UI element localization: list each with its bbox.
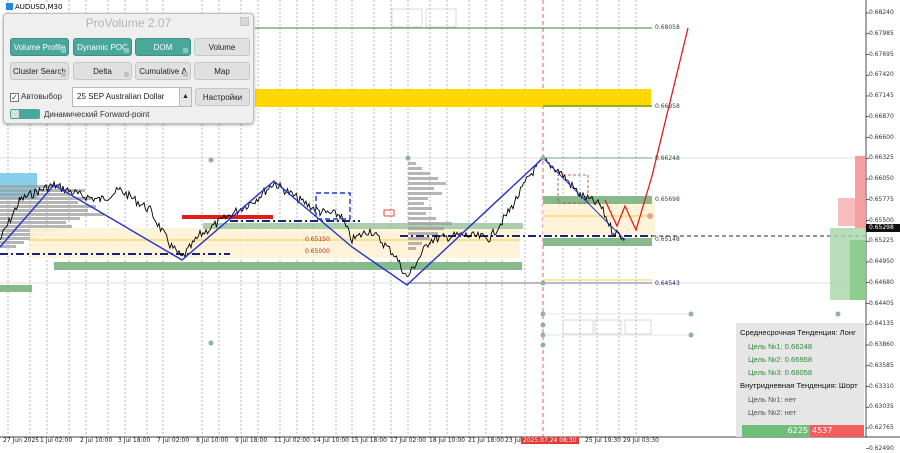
level-label: 0.66958 <box>655 103 680 110</box>
button-indicator-icon <box>61 72 66 77</box>
dynamic-poc-button[interactable]: Dynamic POC <box>73 38 132 56</box>
time-axis-label: 11 Jul 02:00 <box>274 437 310 444</box>
delta-button[interactable]: Delta <box>73 62 132 80</box>
price-axis-label: 0.65775 <box>869 195 894 203</box>
time-axis-label: 14 Jul 10:00 <box>313 437 349 444</box>
time-axis-label: 25 Jul 19:30 <box>585 437 621 444</box>
time-axis-label: 3 Jul 18:00 <box>118 437 151 444</box>
time-axis-label: 21 Jul 18:00 <box>468 437 504 444</box>
price-axis-label: 0.64950 <box>869 258 894 265</box>
mid-term-trend-label: Среднесрочная Тенденция: Лонг <box>740 328 856 337</box>
level-label: 0.64543 <box>655 280 680 287</box>
time-axis-label: 27 Jun 2025 <box>3 437 40 444</box>
time-axis-label: 15 Jul 18:00 <box>351 437 387 444</box>
time-axis-label: 7 Jul 02:00 <box>157 437 190 444</box>
price-axis-label: 0.63035 <box>869 403 894 411</box>
level-label: 0.68058 <box>655 24 680 31</box>
symbol-label: AUDUSD,M30 <box>4 3 65 11</box>
cluster-search-button[interactable]: Cluster Search <box>10 62 69 80</box>
map-button[interactable]: Map <box>194 62 250 80</box>
price-axis-label: 0.66325 <box>869 154 894 162</box>
price-axis-label: 0.67145 <box>869 92 894 99</box>
symbol-icon <box>6 3 13 10</box>
buy-volume: 6225 <box>742 425 810 437</box>
time-axis-label: 2 Jul 10:00 <box>80 437 113 444</box>
button-indicator-icon <box>61 48 66 53</box>
cumulative-delta-button[interactable]: Cumulative Δ <box>135 62 191 80</box>
button-indicator-icon <box>183 72 188 77</box>
instrument-select[interactable]: 25 SEP Australian Dollar ▲ <box>72 87 192 107</box>
price-axis-label: 0.67695 <box>869 50 894 58</box>
price-axis-label: 0.63310 <box>869 382 894 390</box>
mid-level-label: 0.65000 <box>305 248 330 255</box>
left-green-zone <box>0 285 32 292</box>
price-axis-label: 0.64405 <box>869 299 894 307</box>
dom-button[interactable]: DOM <box>135 38 191 56</box>
intraday-trend-label: Внутридневная Тенденция: Шорт <box>740 381 858 390</box>
price-axis-label: 0.66600 <box>869 133 894 141</box>
price-axis-label: 0.64135 <box>869 320 894 328</box>
provolume-panel[interactable]: ProVolume 2.07 Volume Profile Dynamic PO… <box>3 13 254 124</box>
button-indicator-icon <box>124 72 129 77</box>
support-green-band <box>54 262 522 270</box>
mid-green-band <box>203 223 523 229</box>
short-target-2: Цель №2: нет <box>748 408 797 417</box>
price-axis-label: 0.67420 <box>869 71 894 79</box>
level-label: 0.66248 <box>655 155 680 162</box>
auto-select-checkbox[interactable]: ✓ Автовыбор <box>10 92 62 102</box>
time-axis-label: 17 Jul 02:00 <box>390 437 426 444</box>
time-axis-label: 29 Jul 03:30 <box>623 437 659 444</box>
price-axis-label: 0.64680 <box>869 278 894 286</box>
target-green-band-low <box>543 238 652 246</box>
sell-volume: 4537 <box>810 425 864 437</box>
price-axis-label: 0.62765 <box>869 424 894 431</box>
price-axis-label: 0.67985 <box>869 29 894 37</box>
trend-panel: Среднесрочная Тенденция: Лонг Цель №1: 0… <box>736 323 864 437</box>
button-indicator-icon <box>183 48 188 53</box>
target-yellow-band <box>255 89 651 107</box>
buy-sell-bar: 6225 4537 <box>742 425 864 437</box>
price-axis-label: 0.65225 <box>869 237 894 245</box>
price-axis-label: 0.66050 <box>869 175 894 182</box>
forward-point-toggle[interactable]: Динамический Forward-point <box>10 109 149 119</box>
time-axis-label: 8 Jul 10:00 <box>196 437 229 444</box>
time-axis-label: 1 Jul 02:00 <box>40 437 73 444</box>
price-axis-label: 0.63585 <box>869 361 894 369</box>
price-axis-label: 0.66870 <box>869 112 894 120</box>
current-price-tag: 0.65298 <box>866 224 900 232</box>
checkmark-icon: ✓ <box>10 93 19 102</box>
price-axis-label: 0.63860 <box>869 341 894 348</box>
long-target-2: Цель №2: 0.66958 <box>748 355 813 364</box>
panel-close-button[interactable] <box>240 17 249 26</box>
time-axis-label: 18 Jul 10:00 <box>429 437 465 444</box>
settings-button[interactable]: Настройки <box>195 88 250 106</box>
long-target-3: Цель №3: 0.68058 <box>748 368 813 377</box>
forward-value-zone <box>543 200 655 235</box>
time-axis-label: 9 Jul 18:00 <box>235 437 268 444</box>
panel-title: ProVolume 2.07 <box>85 16 172 30</box>
toggle-icon <box>10 109 40 119</box>
button-indicator-icon <box>124 48 129 53</box>
level-label: 0.65698 <box>655 196 680 203</box>
forecast-point <box>647 213 653 219</box>
short-target-1: Цель №1: нет <box>748 395 797 404</box>
volume-profile-button[interactable]: Volume Profile <box>10 38 69 56</box>
time-axis-label: 2025.07.24 08:30 <box>521 437 579 444</box>
long-target-1: Цель №1: 0.66248 <box>748 342 813 351</box>
level-label: 0.65148 <box>655 236 680 243</box>
volume-button[interactable]: Volume <box>194 38 250 56</box>
chevron-down-icon: ▲ <box>179 88 191 106</box>
price-axis-label: 0.68240 <box>869 9 894 16</box>
mid-level-label: 0.65150 <box>305 236 330 243</box>
